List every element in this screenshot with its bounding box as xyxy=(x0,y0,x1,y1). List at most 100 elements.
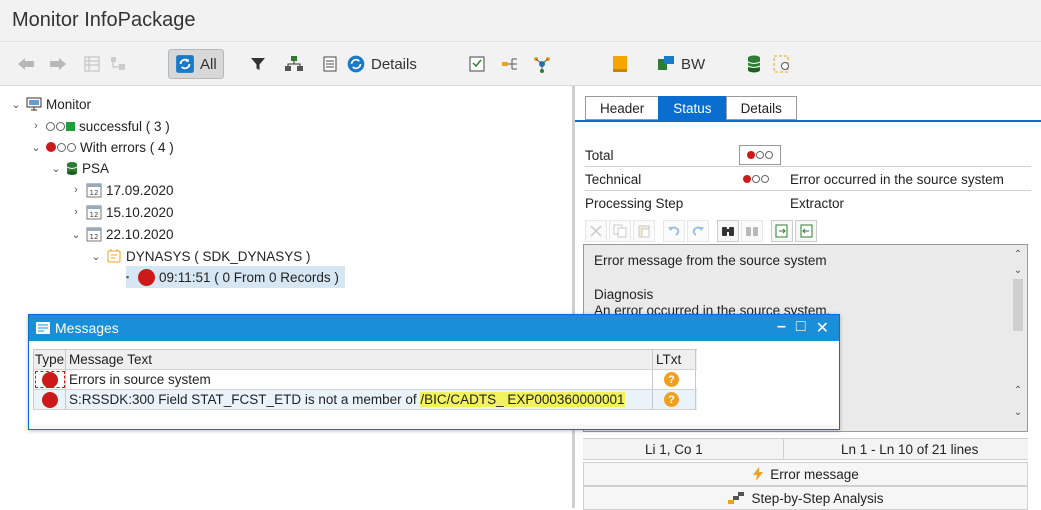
scroll-up-icon[interactable]: ⌃ xyxy=(1012,249,1024,260)
chevron-down-icon[interactable]: ⌄ xyxy=(50,162,62,175)
document-icon[interactable] xyxy=(318,50,342,78)
error-message-label: Error message xyxy=(770,466,859,482)
tree-node-monitor[interactable]: ⌄ Monitor xyxy=(10,94,91,114)
tree-label-psa: PSA xyxy=(82,160,110,176)
vertical-scrollbar[interactable]: ⌃ ⌄ ⌃ ⌄ xyxy=(1009,245,1027,431)
note-icon[interactable] xyxy=(608,50,632,78)
network-icon[interactable] xyxy=(530,50,554,78)
tree-node-request[interactable]: ▪ 09:11:51 ( 0 From 0 Records ) xyxy=(126,266,345,288)
undo-icon[interactable] xyxy=(663,220,685,242)
window-title: Monitor InfoPackage xyxy=(12,9,196,31)
tree-node-source[interactable]: ⌄ DYNASYS ( SDK_DYNASYS ) xyxy=(90,246,311,266)
help-icon[interactable]: ? xyxy=(664,372,679,387)
find-next-icon[interactable] xyxy=(741,220,763,242)
forward-arrow-icon[interactable] xyxy=(46,50,70,78)
column-type[interactable]: Type xyxy=(34,350,66,369)
chevron-down-icon[interactable]: ⌄ xyxy=(90,250,102,263)
chevron-down-icon[interactable]: ⌄ xyxy=(10,98,22,111)
technical-text: Error occurred in the source system xyxy=(790,171,1004,187)
all-button[interactable]: All xyxy=(168,49,224,79)
tree-label-request: 09:11:51 ( 0 From 0 Records ) xyxy=(159,269,339,285)
list-icon[interactable] xyxy=(80,50,104,78)
chevron-down-icon[interactable]: ⌄ xyxy=(30,141,42,154)
help-icon[interactable]: ? xyxy=(664,392,679,407)
paste-icon[interactable] xyxy=(633,220,655,242)
filter-icon[interactable] xyxy=(246,50,270,78)
tree-node-psa[interactable]: ⌄ PSA xyxy=(50,158,109,178)
redo-icon[interactable] xyxy=(687,220,709,242)
scroll-up-icon[interactable]: ⌃ xyxy=(1012,385,1024,396)
ltxt-cell[interactable]: ? xyxy=(653,390,696,409)
details-label: Details xyxy=(371,55,417,73)
tree-node-with-errors[interactable]: ⌄ With errors ( 4 ) xyxy=(30,137,173,157)
scroll-down-icon[interactable]: ⌄ xyxy=(1012,265,1024,276)
message-text-highlight: /BIC/CADTS_ EXP000360000001 xyxy=(420,392,625,407)
find-icon[interactable] xyxy=(717,220,739,242)
calendar-icon: 12 xyxy=(86,227,102,242)
tab-status[interactable]: Status xyxy=(658,96,727,120)
tree-label-date: 22.10.2020 xyxy=(106,226,174,242)
tree-node-date[interactable]: › 12 17.09.2020 xyxy=(70,180,174,200)
chevron-right-icon[interactable]: › xyxy=(30,120,42,132)
text-line: Diagnosis xyxy=(594,287,654,302)
panel-tabs: Header Status Details xyxy=(585,96,797,120)
source-system-icon xyxy=(107,249,121,263)
minimize-icon[interactable]: – xyxy=(777,318,786,338)
dialog-title-bar[interactable]: Messages – □ ✕ xyxy=(29,315,839,341)
messages-icon xyxy=(36,322,50,334)
status-divider xyxy=(783,439,784,459)
type-cell[interactable] xyxy=(34,390,66,409)
svg-text:12: 12 xyxy=(90,233,99,241)
cut-icon[interactable] xyxy=(585,220,607,242)
lightning-icon xyxy=(753,467,764,481)
tree-structure-icon[interactable] xyxy=(282,50,306,78)
column-ltxt[interactable]: LTxt xyxy=(653,350,696,369)
ltxt-cell[interactable]: ? xyxy=(653,370,696,389)
settings-doc-icon[interactable] xyxy=(770,50,794,78)
tab-details[interactable]: Details xyxy=(725,96,797,120)
table-row[interactable]: Errors in source system ? xyxy=(34,370,697,390)
scroll-down-icon[interactable]: ⌄ xyxy=(1012,407,1024,418)
table-row[interactable]: S:RSSDK:300 Field STAT_FCST_ETD is not a… xyxy=(34,390,697,410)
chevron-down-icon[interactable]: ⌄ xyxy=(70,228,82,241)
log-icon[interactable] xyxy=(466,50,490,78)
tree-label-successful: successful ( 3 ) xyxy=(79,118,170,134)
error-icon xyxy=(41,391,58,408)
chevron-right-icon[interactable]: › xyxy=(70,206,82,218)
tree-node-date[interactable]: ⌄ 12 22.10.2020 xyxy=(70,224,174,244)
tree-node-successful[interactable]: › successful ( 3 ) xyxy=(30,116,170,136)
step-analysis-button[interactable]: Step-by-Step Analysis xyxy=(583,486,1028,510)
bw-icon xyxy=(658,56,674,70)
maximize-icon[interactable]: □ xyxy=(796,318,806,338)
details-button[interactable]: Details xyxy=(346,50,417,78)
column-message-text[interactable]: Message Text xyxy=(66,350,653,369)
dialog-footer xyxy=(29,425,839,429)
scroll-thumb[interactable] xyxy=(1013,279,1023,331)
title-bar: Monitor InfoPackage xyxy=(0,0,1041,42)
close-icon[interactable]: ✕ xyxy=(816,318,829,338)
lines-info: Ln 1 - Ln 10 of 21 lines xyxy=(841,442,979,457)
tree-label-source: DYNASYS ( SDK_DYNASYS ) xyxy=(126,248,311,264)
database-icon xyxy=(66,161,78,175)
tab-underline xyxy=(575,120,1041,122)
database-icon[interactable] xyxy=(742,50,766,78)
export-icon[interactable] xyxy=(771,220,793,242)
calendar-icon: 12 xyxy=(86,183,102,198)
refresh-icon xyxy=(176,55,194,73)
error-message-button[interactable]: Error message xyxy=(583,462,1028,486)
bw-button[interactable]: BW xyxy=(656,50,705,78)
tab-header[interactable]: Header xyxy=(585,96,660,120)
message-text-cell: Errors in source system xyxy=(66,370,653,389)
import-icon[interactable] xyxy=(795,220,817,242)
chevron-right-icon[interactable]: › xyxy=(70,184,82,196)
details-panel: Header Status Details Total Technical Er… xyxy=(575,86,1041,510)
monitor-tree: ⌄ Monitor › successful ( 3 ) ⌄ With erro… xyxy=(0,86,572,508)
hierarchy-icon[interactable] xyxy=(106,50,130,78)
error-status-icon xyxy=(138,268,155,286)
cursor-position: Li 1, Co 1 xyxy=(645,442,703,457)
copy-icon[interactable] xyxy=(609,220,631,242)
branch-icon[interactable] xyxy=(498,50,522,78)
tree-node-date[interactable]: › 12 15.10.2020 xyxy=(70,202,174,222)
type-cell[interactable] xyxy=(34,370,66,389)
back-arrow-icon[interactable] xyxy=(14,50,38,78)
